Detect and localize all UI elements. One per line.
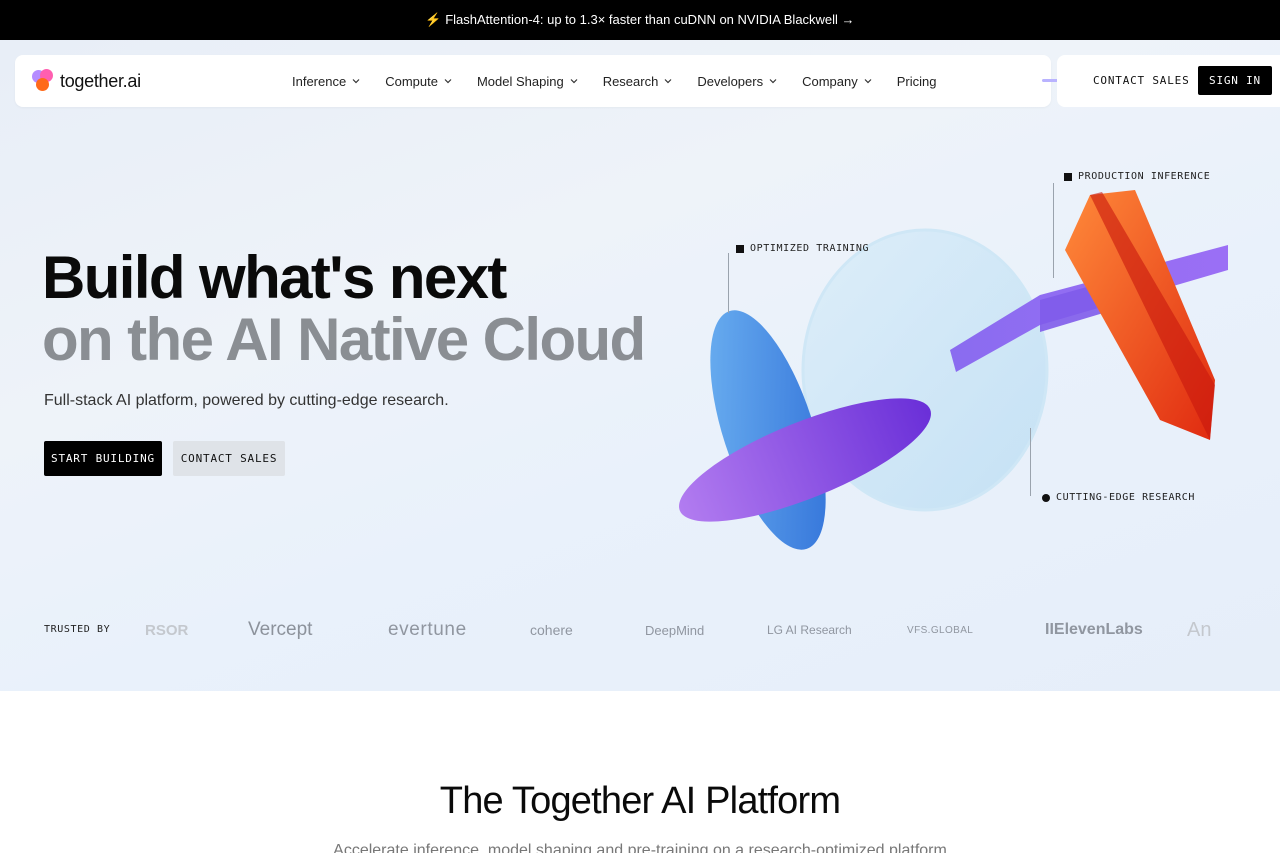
customer-logo-deepmind: DeepMind (645, 622, 705, 638)
square-bullet-icon (1064, 172, 1072, 181)
customer-logo-vercept: Vercept (248, 619, 313, 640)
hero-headline-line2: on the AI Native Cloud (42, 306, 646, 373)
announcement-bar[interactable]: ⚡ FlashAttention-4: up to 1.3× faster th… (0, 0, 1280, 40)
chevron-down-icon (769, 79, 777, 84)
nav-menu: Inference Compute Model Shaping Research… (292, 55, 960, 107)
abstract-3d-shapes-illustration (679, 190, 1228, 550)
square-bullet-icon (736, 244, 744, 253)
customer-logo-evertune: evertune (388, 619, 467, 640)
platform-section-subtitle: Accelerate inference, model shaping and … (333, 842, 947, 853)
hero-headline-line1: Build what's next (42, 244, 507, 311)
customer-logo-anthropic: An (1187, 618, 1212, 641)
chevron-down-icon (570, 79, 578, 84)
main-navbar: together.ai Inference Compute Model Shap… (15, 55, 1051, 107)
callout-production-inference: PRODUCTION INFERENCE (1064, 171, 1210, 182)
callout-label: OPTIMIZED TRAINING (750, 243, 870, 254)
sign-in-button[interactable]: SIGN IN (1198, 66, 1272, 95)
chevron-down-icon (664, 79, 672, 84)
callout-label: PRODUCTION INFERENCE (1078, 171, 1211, 182)
nav-label: Research (602, 73, 659, 89)
customer-logo-vfs-global: VFS.GLOBAL (907, 624, 974, 636)
customer-logo-elevenlabs: IIElevenLabs (1045, 621, 1143, 638)
contact-sales-button[interactable]: CONTACT SALES (173, 441, 285, 476)
callout-line (1030, 428, 1031, 496)
start-building-button[interactable]: START BUILDING (44, 441, 162, 476)
nav-item-pricing[interactable]: Pricing (897, 74, 937, 89)
nav-item-research[interactable]: Research (603, 74, 674, 89)
circle-bullet-icon (1042, 493, 1050, 502)
logo-mark-icon (32, 69, 56, 93)
customer-logo-cohere: cohere (530, 622, 573, 638)
customer-logos-strip: RSOR Vercept evertune cohere DeepMind LG… (140, 610, 1280, 650)
chevron-down-icon (352, 79, 360, 84)
callout-optimized-training: OPTIMIZED TRAINING (736, 243, 869, 254)
nav-label: Model Shaping (476, 73, 564, 89)
logo-wordmark: together.ai (60, 70, 141, 91)
nav-label: Developers (697, 73, 764, 89)
customer-logo: RSOR (145, 621, 189, 639)
chevron-down-icon (444, 79, 452, 84)
customer-logo-lg-ai-research: LG AI Research (767, 623, 852, 637)
brand-logo[interactable]: together.ai (32, 69, 141, 93)
hero-subtitle: Full-stack AI platform, powered by cutti… (44, 392, 449, 409)
chevron-down-icon (864, 79, 872, 84)
callout-label: CUTTING-EDGE RESEARCH (1056, 492, 1196, 503)
nav-item-model-shaping[interactable]: Model Shaping (477, 74, 579, 89)
platform-section-title: The Together AI Platform (439, 780, 841, 822)
callout-cutting-edge-research: CUTTING-EDGE RESEARCH (1042, 492, 1195, 503)
nav-item-inference[interactable]: Inference (292, 74, 361, 89)
nav-item-compute[interactable]: Compute (385, 74, 453, 89)
nav-label: Company (802, 73, 858, 89)
nav-item-developers[interactable]: Developers (697, 74, 778, 89)
nav-label: Pricing (896, 73, 937, 89)
nav-label: Compute (385, 73, 438, 89)
callout-line (1053, 183, 1054, 278)
contact-sales-nav-button[interactable]: CONTACT SALES (1082, 66, 1201, 95)
nav-item-company[interactable]: Company (802, 74, 873, 89)
hero-illustration (660, 160, 1280, 580)
trusted-by-label: TRUSTED BY (44, 624, 111, 635)
announcement-text[interactable]: ⚡ FlashAttention-4: up to 1.3× faster th… (425, 12, 854, 28)
nav-label: Inference (292, 73, 347, 89)
callout-line (728, 253, 729, 313)
